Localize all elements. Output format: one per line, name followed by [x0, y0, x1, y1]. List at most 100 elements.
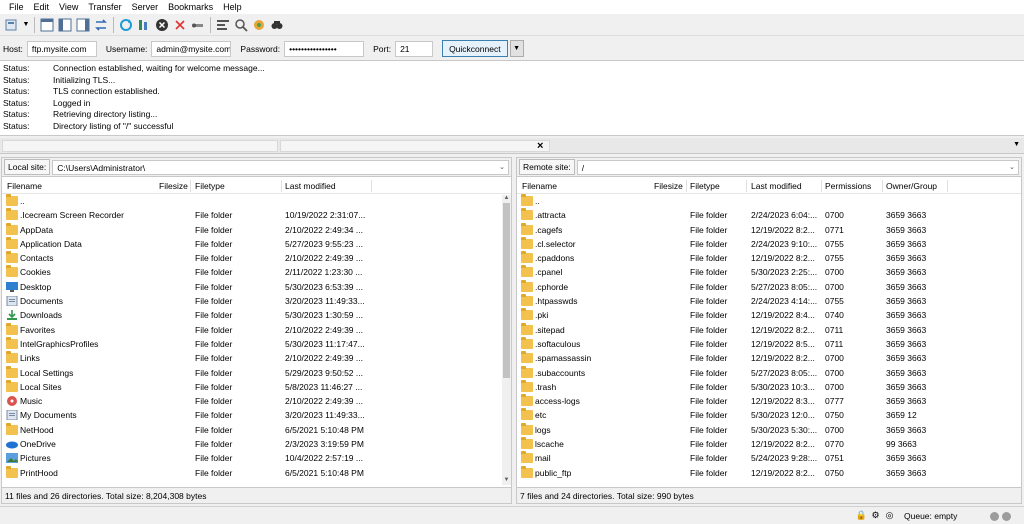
menu-view[interactable]: View: [54, 2, 83, 12]
column-header-filesize[interactable]: Filesize: [159, 181, 188, 191]
toggle-local-tree-icon[interactable]: [57, 17, 73, 33]
remote-file-list[interactable]: .. .attracta File folder 2/24/2023 6:04:...…: [517, 194, 1021, 480]
lock-icon[interactable]: 🔒: [856, 510, 867, 521]
settings-icon[interactable]: ⚙: [870, 510, 881, 521]
table-row[interactable]: Cookies File folder 2/11/2022 1:23:30 ...: [2, 265, 511, 279]
column-header-filename[interactable]: Filename: [7, 181, 42, 191]
table-row[interactable]: .trash File folder 5/30/2023 10:3... 0700 36…: [517, 379, 1021, 394]
column-divider[interactable]: [281, 180, 282, 192]
directory-listing-filters-icon[interactable]: [215, 17, 231, 33]
cancel-operation-icon[interactable]: [154, 17, 170, 33]
table-row[interactable]: OneDrive File folder 2/3/2023 3:19:59 PM: [2, 437, 511, 451]
compare-directories-icon[interactable]: [233, 17, 249, 33]
table-row[interactable]: Documents File folder 3/20/2023 11:49:33..…: [2, 294, 511, 308]
table-row[interactable]: access-logs File folder 12/19/2022 8:3... 0…: [517, 394, 1021, 408]
scroll-up-icon[interactable]: ▲: [502, 195, 511, 203]
synchronized-browsing-icon[interactable]: [251, 17, 267, 33]
column-header-owner-group[interactable]: Owner/Group: [886, 181, 937, 191]
local-scrollbar[interactable]: ▲ ▼: [502, 195, 511, 485]
column-header-last-modified[interactable]: Last modified: [751, 181, 802, 191]
table-row[interactable]: .subaccounts File folder 5/27/2023 8:05:..…: [517, 365, 1021, 380]
table-row[interactable]: .cphorde File folder 5/27/2023 8:05:... 070…: [517, 279, 1021, 294]
column-header-filetype[interactable]: Filetype: [195, 181, 225, 191]
table-row[interactable]: My Documents File folder 3/20/2023 11:49:3…: [2, 408, 511, 422]
column-header-filesize[interactable]: Filesize: [654, 181, 683, 191]
table-row[interactable]: .htpasswds File folder 2/24/2023 4:14:... 0…: [517, 294, 1021, 308]
column-header-filename[interactable]: Filename: [522, 181, 557, 191]
column-header-filetype[interactable]: Filetype: [690, 181, 720, 191]
local-path-input[interactable]: C:\Users\Administrator\ ⌄: [52, 159, 509, 175]
menu-server[interactable]: Server: [127, 2, 164, 12]
table-row[interactable]: Contacts File folder 2/10/2022 2:49:39 ...: [2, 251, 511, 265]
table-row[interactable]: logs File folder 5/30/2023 5:30:... 0700 365…: [517, 422, 1021, 437]
table-row[interactable]: Favorites File folder 2/10/2022 2:49:39 ..…: [2, 322, 511, 337]
scroll-down-icon[interactable]: ▼: [502, 477, 511, 485]
port-input[interactable]: 21: [395, 40, 434, 57]
menu-help[interactable]: Help: [218, 2, 247, 12]
table-row[interactable]: mail File folder 5/24/2023 9:28:... 0751 365…: [517, 451, 1021, 465]
table-row[interactable]: NetHood File folder 6/5/2021 5:10:48 PM: [2, 422, 511, 437]
table-row[interactable]: .cl.selector File folder 2/24/2023 9:10:..…: [517, 236, 1021, 251]
menu-file[interactable]: File: [4, 2, 29, 12]
column-divider[interactable]: [746, 180, 747, 192]
close-icon[interactable]: ×: [537, 140, 543, 152]
quickconnect-history-dropdown[interactable]: ▼: [509, 40, 524, 57]
table-row[interactable]: public_ftp File folder 12/19/2022 8:2... 07…: [517, 465, 1021, 480]
chevron-down-icon[interactable]: ⌄: [1009, 163, 1015, 171]
chevron-down-icon[interactable]: ▼: [1013, 141, 1020, 148]
table-row[interactable]: lscache File folder 12/19/2022 8:2... 0770 9…: [517, 437, 1021, 451]
reconnect-icon[interactable]: [190, 17, 206, 33]
remote-tree-collapsed[interactable]: [280, 140, 550, 152]
table-row[interactable]: PrintHood File folder 6/5/2021 5:10:48 PM: [2, 465, 511, 480]
column-divider[interactable]: [882, 180, 883, 192]
column-divider[interactable]: [821, 180, 822, 192]
table-row[interactable]: .Icecream Screen Recorder File folder 10/1…: [2, 208, 511, 222]
column-divider[interactable]: [371, 180, 372, 192]
menu-transfer[interactable]: Transfer: [83, 2, 126, 12]
toggle-transfer-queue-icon[interactable]: [93, 17, 109, 33]
column-header-last-modified[interactable]: Last modified: [285, 181, 336, 191]
speed-limit-icon[interactable]: ◎: [884, 510, 895, 521]
table-row[interactable]: IntelGraphicsProfiles File folder 5/30/202…: [2, 336, 511, 351]
process-queue-icon[interactable]: [136, 17, 152, 33]
column-divider[interactable]: [190, 180, 191, 192]
table-row[interactable]: Desktop File folder 5/30/2023 6:53:39 ...: [2, 280, 511, 294]
table-row[interactable]: .softaculous File folder 12/19/2022 8:5...…: [517, 336, 1021, 351]
refresh-icon[interactable]: [118, 17, 134, 33]
column-header-permissions[interactable]: Permissions: [825, 181, 871, 191]
local-file-list[interactable]: .. .Icecream Screen Recorder File folder 10…: [2, 194, 511, 480]
password-input[interactable]: ••••••••••••••••: [284, 40, 365, 57]
site-manager-dropdown-icon[interactable]: ▼: [22, 21, 30, 28]
table-row[interactable]: Application Data File folder 5/27/2023 9:5…: [2, 236, 511, 251]
table-row[interactable]: .pki File folder 12/19/2022 8:4... 0740 3659…: [517, 308, 1021, 322]
table-row[interactable]: .cagefs File folder 12/19/2022 8:2... 0771 3…: [517, 222, 1021, 237]
table-row[interactable]: Pictures File folder 10/4/2022 2:57:19 ...: [2, 451, 511, 465]
column-divider[interactable]: [947, 180, 948, 192]
toggle-message-log-icon[interactable]: [39, 17, 55, 33]
table-row[interactable]: .spamassassin File folder 12/19/2022 8:2..…: [517, 351, 1021, 365]
quickconnect-button[interactable]: Quickconnect: [442, 40, 508, 57]
table-row[interactable]: ..: [2, 194, 511, 208]
remote-path-input[interactable]: / ⌄: [576, 159, 1019, 175]
scrollbar-thumb[interactable]: [503, 203, 510, 378]
table-row[interactable]: Links File folder 2/10/2022 2:49:39 ...: [2, 351, 511, 365]
site-manager-icon[interactable]: [4, 17, 20, 33]
menu-bookmarks[interactable]: Bookmarks: [163, 2, 218, 12]
table-row[interactable]: ..: [517, 194, 1021, 208]
table-row[interactable]: Music File folder 2/10/2022 2:49:39 ...: [2, 394, 511, 408]
search-remote-files-icon[interactable]: [269, 17, 285, 33]
chevron-down-icon[interactable]: ⌄: [499, 163, 505, 171]
table-row[interactable]: Downloads File folder 5/30/2023 1:30:59 ..…: [2, 308, 511, 322]
toggle-remote-tree-icon[interactable]: [75, 17, 91, 33]
username-input[interactable]: admin@mysite.com: [151, 40, 232, 57]
disconnect-icon[interactable]: [172, 17, 188, 33]
menu-edit[interactable]: Edit: [29, 2, 55, 12]
table-row[interactable]: .attracta File folder 2/24/2023 6:04:... 07…: [517, 208, 1021, 222]
table-row[interactable]: .cpaddons File folder 12/19/2022 8:2... 075…: [517, 251, 1021, 265]
table-row[interactable]: etc File folder 5/30/2023 12:0... 0750 3659 …: [517, 408, 1021, 422]
table-row[interactable]: Local Sites File folder 5/8/2023 11:46:27 …: [2, 379, 511, 394]
local-tree-collapsed[interactable]: [2, 140, 278, 152]
table-row[interactable]: .sitepad File folder 12/19/2022 8:2... 0711…: [517, 322, 1021, 337]
message-log[interactable]: Status: Connection established, waiting f…: [0, 60, 1024, 136]
table-row[interactable]: Local Settings File folder 5/29/2023 9:50:…: [2, 365, 511, 380]
